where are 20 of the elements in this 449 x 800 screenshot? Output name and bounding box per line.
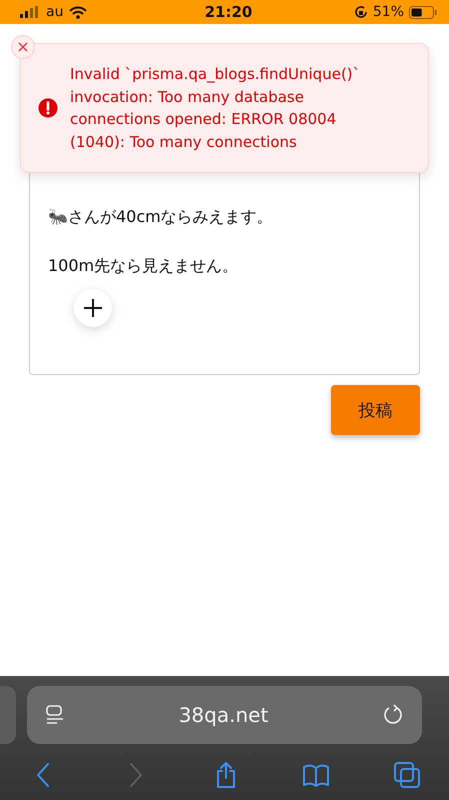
wifi-icon bbox=[69, 6, 88, 18]
signal-icon bbox=[20, 6, 40, 18]
close-button[interactable] bbox=[11, 35, 35, 59]
post-button[interactable]: 投稿 bbox=[331, 385, 420, 435]
carrier-name: au bbox=[46, 4, 64, 20]
close-icon bbox=[18, 42, 28, 52]
error-icon bbox=[38, 98, 58, 118]
rotation-lock-icon bbox=[354, 5, 368, 19]
url-text: 38qa.net bbox=[178, 703, 270, 727]
plus-icon bbox=[82, 297, 104, 319]
reload-icon bbox=[382, 704, 404, 726]
reader-icon bbox=[45, 704, 65, 726]
clock-time: 21:20 bbox=[204, 3, 252, 21]
tabs-icon bbox=[392, 760, 422, 790]
editor-paragraph: 100m先なら見えません。 bbox=[48, 255, 240, 277]
editor-paragraph: 🐜さんが40cmならみえます。 bbox=[48, 206, 274, 228]
battery-icon bbox=[409, 6, 437, 18]
add-block-button[interactable] bbox=[74, 289, 112, 327]
battery-percent: 51% bbox=[372, 4, 404, 20]
address-bar[interactable]: 38qa.net bbox=[27, 686, 422, 744]
